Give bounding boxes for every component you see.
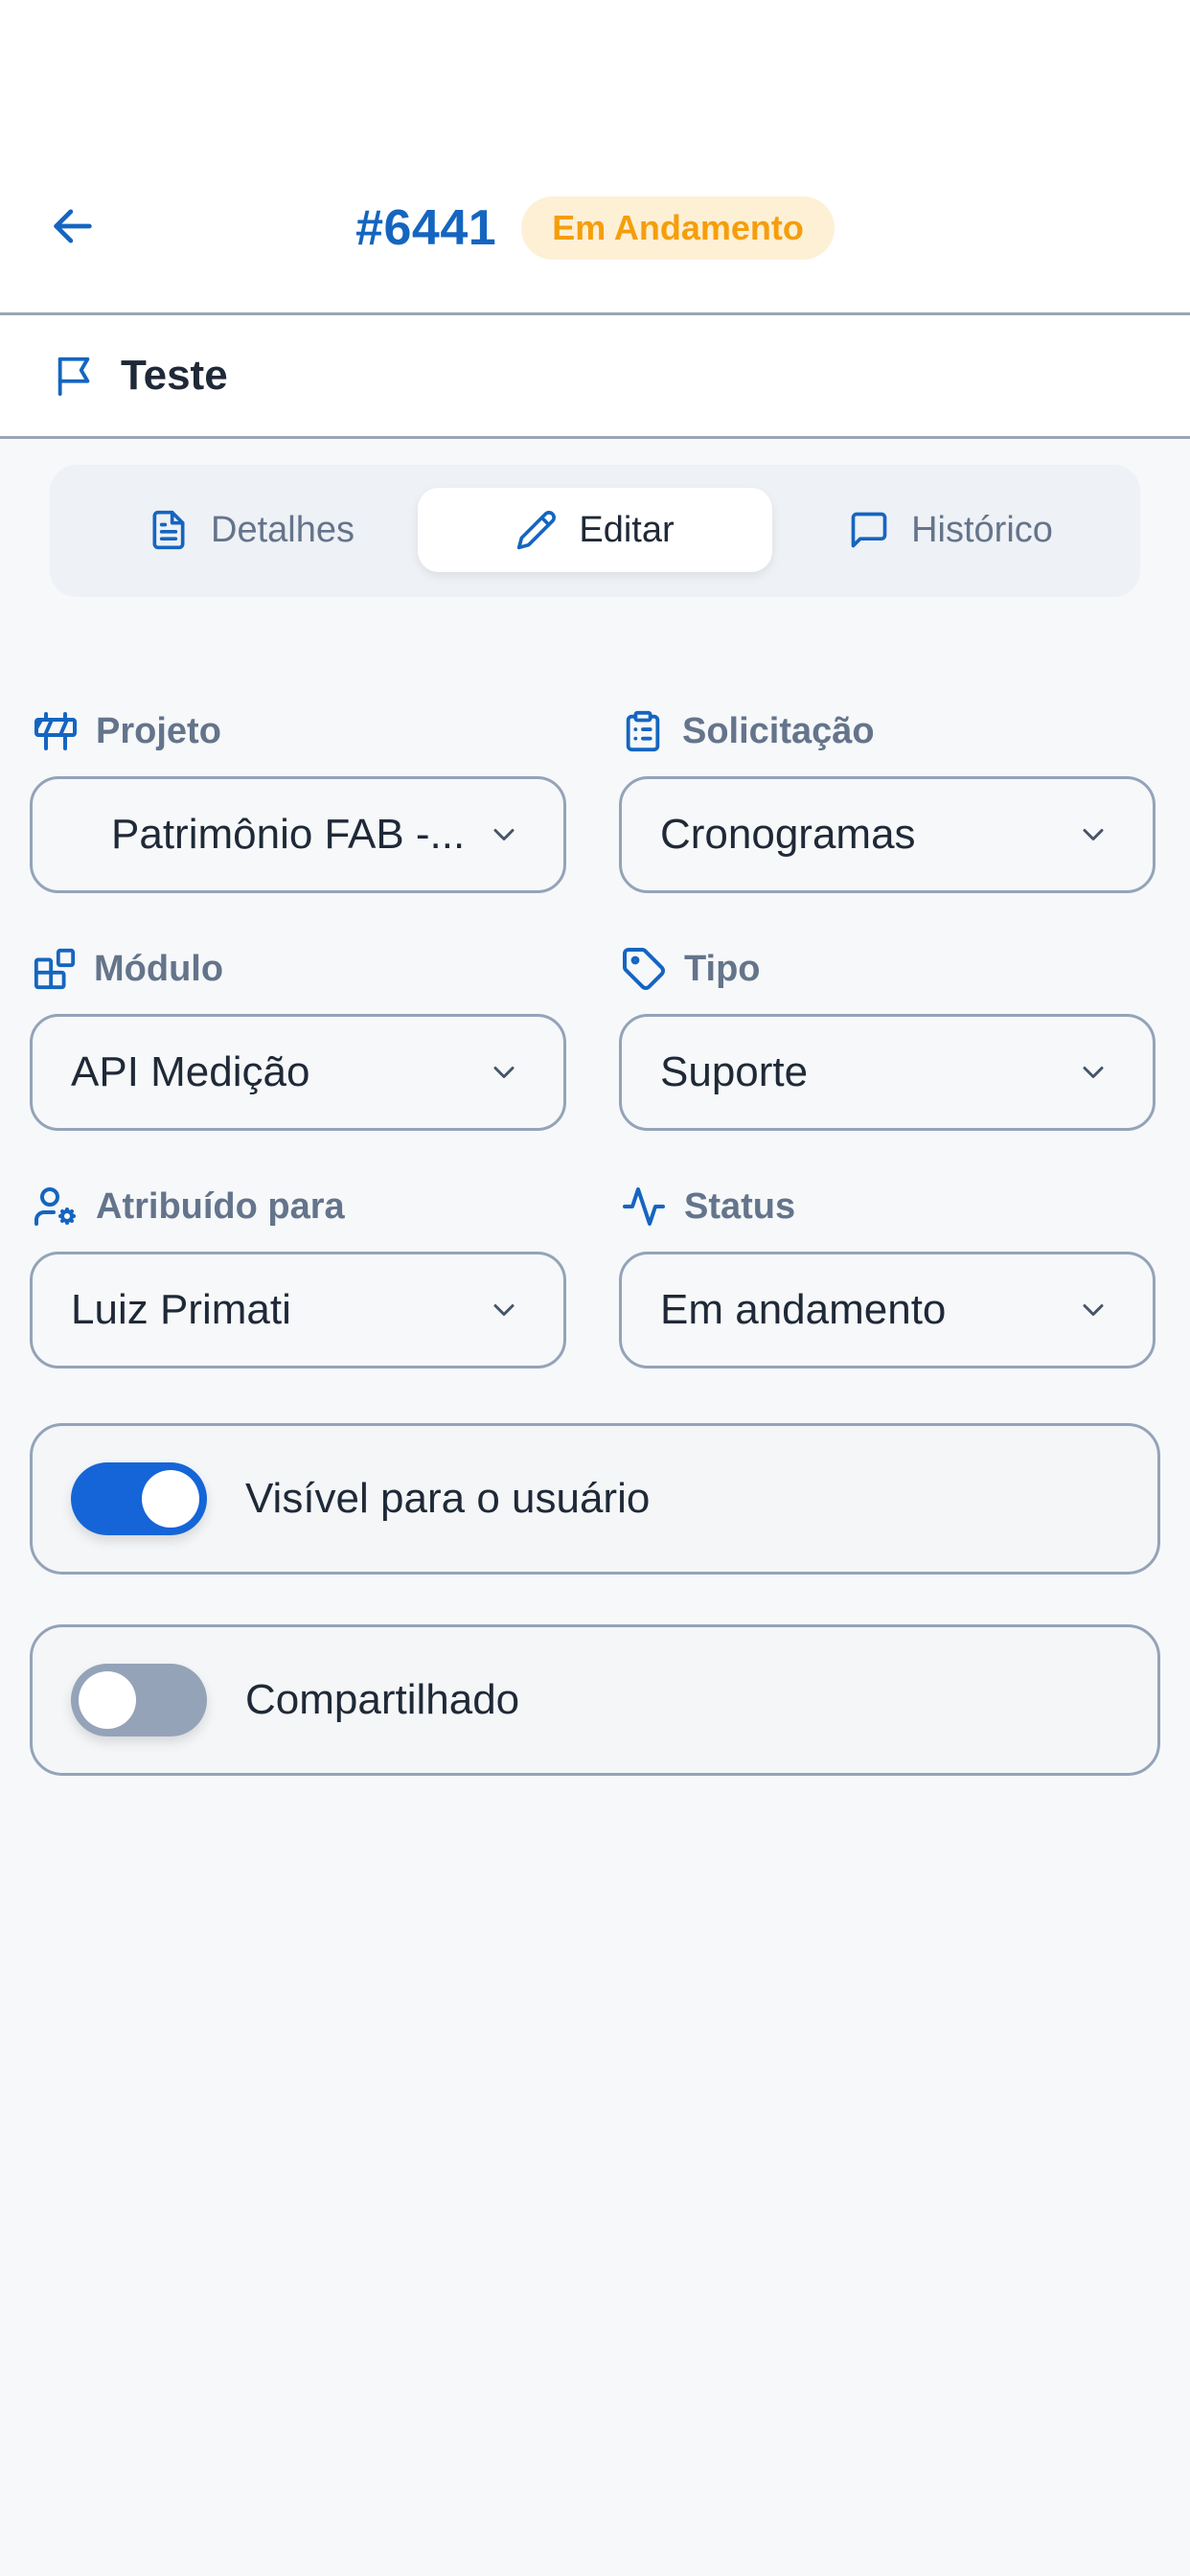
solicitacao-label: Solicitação: [621, 704, 875, 758]
chevron-down-icon: [485, 1291, 523, 1329]
pencil-icon: [517, 511, 557, 550]
activity-icon: [623, 1187, 665, 1226]
tab-editar-label: Editar: [579, 509, 675, 550]
chevron-down-icon: [1074, 1291, 1112, 1329]
tipo-label: Tipo: [621, 942, 761, 996]
status-label: Status: [621, 1180, 795, 1233]
flag-icon: [52, 353, 98, 399]
atribuido-label-text: Atribuído para: [96, 1185, 345, 1227]
status-value: Em andamento: [660, 1286, 947, 1333]
tab-bar: Detalhes Editar Histórico: [50, 465, 1140, 597]
switch-knob: [79, 1671, 136, 1729]
chat-icon: [851, 512, 887, 548]
tab-historico[interactable]: Histórico: [778, 488, 1123, 572]
projeto-label: Projeto: [33, 704, 221, 758]
chevron-down-icon: [1074, 816, 1112, 854]
projeto-value: Patrimônio FAB -...: [111, 811, 466, 858]
status-label-text: Status: [684, 1185, 796, 1227]
barrier-icon: [34, 712, 77, 750]
projeto-select[interactable]: Patrimônio FAB -...: [30, 776, 566, 893]
tag-icon: [623, 948, 665, 990]
tab-historico-label: Histórico: [911, 509, 1053, 550]
status-select[interactable]: Em andamento: [619, 1252, 1156, 1368]
atribuido-value: Luiz Primati: [71, 1286, 291, 1333]
modulo-label-text: Módulo: [94, 948, 224, 989]
switch-knob: [142, 1470, 199, 1528]
clipboard-icon: [626, 710, 660, 752]
title-row: #6441 Em Andamento: [0, 196, 1190, 260]
solicitacao-label-text: Solicitação: [682, 710, 875, 751]
status-badge: Em Andamento: [521, 196, 835, 260]
document-icon: [152, 510, 185, 550]
compartilhado-switch[interactable]: [71, 1664, 207, 1736]
chevron-down-icon: [1074, 1053, 1112, 1092]
user-gear-icon: [34, 1187, 76, 1226]
subject-row: Teste: [0, 315, 1190, 436]
tab-detalhes[interactable]: Detalhes: [88, 488, 414, 572]
app-header: #6441 Em Andamento: [0, 0, 1190, 312]
projeto-label-text: Projeto: [96, 710, 221, 751]
tab-editar[interactable]: Editar: [418, 488, 772, 572]
solicitacao-select[interactable]: Cronogramas: [619, 776, 1156, 893]
modulo-value: API Medição: [71, 1048, 310, 1095]
compartilhado-toggle-card: Compartilhado: [30, 1624, 1160, 1776]
subject-divider: [0, 436, 1190, 439]
tipo-select[interactable]: Suporte: [619, 1014, 1156, 1131]
atribuido-label: Atribuído para: [33, 1180, 345, 1233]
visivel-switch[interactable]: [71, 1462, 207, 1535]
compartilhado-label: Compartilhado: [245, 1676, 520, 1723]
chevron-down-icon: [485, 816, 523, 854]
modulo-select[interactable]: API Medição: [30, 1014, 566, 1131]
ticket-id: #6441: [355, 200, 497, 256]
tipo-value: Suporte: [660, 1048, 809, 1095]
visivel-toggle-card: Visível para o usuário: [30, 1423, 1160, 1575]
ticket-subject: Teste: [121, 352, 228, 399]
chevron-down-icon: [485, 1053, 523, 1092]
tipo-label-text: Tipo: [684, 948, 761, 989]
modulo-label: Módulo: [33, 942, 223, 996]
modules-icon: [34, 948, 76, 990]
tab-detalhes-label: Detalhes: [211, 509, 355, 550]
atribuido-select[interactable]: Luiz Primati: [30, 1252, 566, 1368]
solicitacao-value: Cronogramas: [660, 811, 916, 858]
visivel-label: Visível para o usuário: [245, 1475, 651, 1522]
